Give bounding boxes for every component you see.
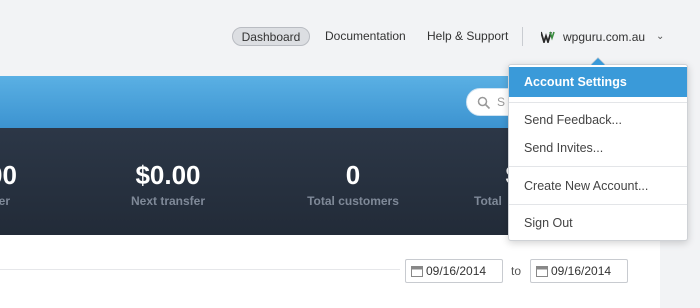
stat-next-transfer: $0.00 Next transfer	[118, 160, 218, 208]
menu-divider	[509, 102, 687, 103]
nav-divider	[522, 27, 523, 46]
account-menu-trigger[interactable]: wpguru.com.au ⌄	[540, 27, 664, 46]
menu-item-account-settings[interactable]: Account Settings	[509, 67, 687, 97]
documentation-link[interactable]: Documentation	[325, 27, 406, 46]
date-range-to-label: to	[511, 264, 522, 278]
stat-value: 00	[0, 160, 17, 190]
date-to-value: 09/16/2014	[551, 264, 612, 278]
date-from-value: 09/16/2014	[426, 264, 487, 278]
search-placeholder: S	[497, 95, 506, 109]
search-icon	[477, 96, 491, 110]
calendar-icon	[411, 266, 423, 277]
account-dropdown-menu: Account Settings Send Feedback... Send I…	[508, 64, 688, 241]
stat-label: Next transfer	[130, 194, 206, 208]
stat-label: Total customers	[307, 194, 399, 208]
chevron-down-icon: ⌄	[656, 31, 665, 42]
menu-item-sign-out[interactable]: Sign Out	[509, 208, 687, 238]
menu-divider	[509, 204, 687, 205]
help-support-link[interactable]: Help & Support	[427, 27, 508, 46]
account-name: wpguru.com.au	[563, 29, 646, 44]
stat-transfer: 00 sfer	[0, 160, 17, 208]
stat-value: 0	[345, 160, 361, 190]
calendar-icon	[536, 266, 548, 277]
main-content: 09/16/2014 to 09/16/2014	[0, 235, 660, 308]
dropdown-caret-inner	[591, 58, 605, 65]
date-to-input[interactable]: 09/16/2014	[530, 259, 628, 283]
stat-total-customers: 0 Total customers	[297, 160, 409, 208]
dashboard-link[interactable]: Dashboard	[232, 27, 310, 46]
menu-item-create-account[interactable]: Create New Account...	[509, 171, 687, 201]
stat-label: sfer	[0, 194, 11, 208]
stat-value: $0.00	[135, 160, 201, 190]
date-from-input[interactable]: 09/16/2014	[405, 259, 503, 283]
menu-divider	[509, 166, 687, 167]
menu-item-send-feedback[interactable]: Send Feedback...	[509, 105, 687, 135]
menu-item-send-invites[interactable]: Send Invites...	[509, 133, 687, 163]
divider	[0, 269, 400, 270]
account-logo-icon	[540, 29, 556, 45]
